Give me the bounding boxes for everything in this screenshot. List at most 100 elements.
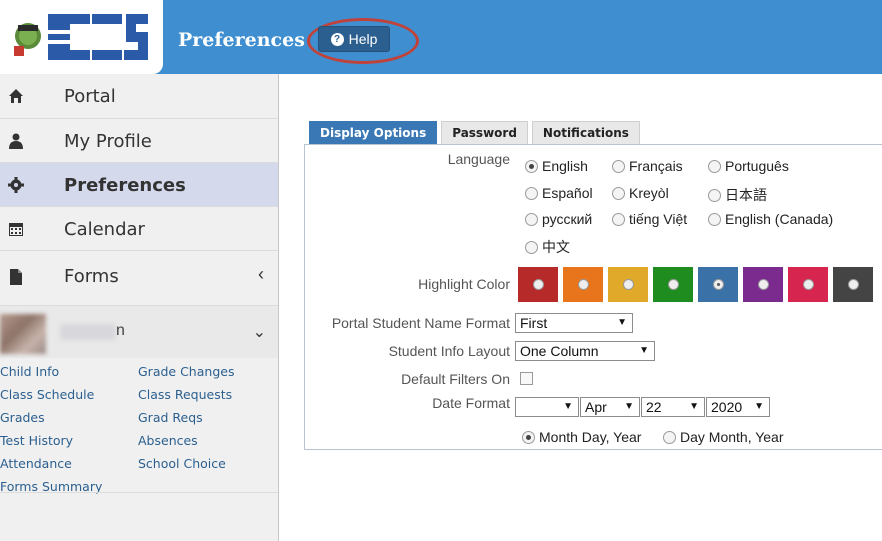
sidebar-item-preferences[interactable]: Preferences: [0, 163, 278, 207]
link-school-choice[interactable]: School Choice: [138, 456, 226, 471]
radio-icon: [525, 186, 538, 200]
chevron-left-icon: ‹: [258, 264, 264, 284]
preferences-tabs: Display Options Password Notifications: [309, 121, 640, 144]
default-filters-checkbox[interactable]: [520, 372, 533, 385]
dropdown-arrow-icon: ▼: [689, 401, 699, 412]
user-icon: [9, 133, 23, 149]
highlight-swatch-green[interactable]: [653, 267, 693, 302]
sidebar-item-label: Portal: [64, 86, 116, 107]
avatar: [0, 314, 46, 354]
link-class-requests[interactable]: Class Requests: [138, 387, 232, 402]
student-name-redacted: [60, 324, 116, 340]
language-option-portugues[interactable]: Português: [708, 158, 789, 174]
sidebar-item-forms[interactable]: Forms ‹: [0, 251, 278, 306]
name-format-label: Portal Student Name Format: [331, 315, 510, 331]
sidebar-item-label: Preferences: [64, 175, 186, 196]
default-filters-label: Default Filters On: [401, 371, 510, 387]
radio-checked-icon: [712, 279, 724, 290]
language-option-francais[interactable]: Français: [612, 158, 683, 174]
link-child-info[interactable]: Child Info: [0, 364, 59, 379]
link-grade-changes[interactable]: Grade Changes: [138, 364, 234, 379]
sidebar-item-label: Forms: [64, 266, 119, 287]
radio-icon: [612, 186, 625, 200]
link-grades[interactable]: Grades: [0, 410, 45, 425]
radio-icon: [577, 279, 589, 290]
radio-icon: [667, 279, 679, 290]
student-info-layout-select[interactable]: One Column ▼: [515, 341, 655, 361]
radio-icon: [708, 188, 721, 202]
lcs-logo-icon: [14, 14, 148, 60]
radio-icon: [612, 159, 625, 173]
radio-icon: [663, 430, 676, 444]
help-button[interactable]: ? Help: [318, 26, 390, 52]
highlight-swatch-gold[interactable]: [608, 267, 648, 302]
student-name: n: [116, 322, 125, 339]
highlight-color-label: Highlight Color: [418, 276, 510, 292]
help-button-label: Help: [348, 31, 378, 47]
date-order-day-month-year[interactable]: Day Month, Year: [663, 429, 784, 445]
file-icon: [10, 269, 22, 285]
highlight-swatch-purple[interactable]: [743, 267, 783, 302]
sidebar-item-portal[interactable]: Portal: [0, 74, 278, 119]
radio-icon: [525, 212, 538, 226]
language-option-japanese[interactable]: 日本語: [708, 185, 767, 205]
link-test-history[interactable]: Test History: [0, 433, 73, 448]
highlight-swatch-orange[interactable]: [563, 267, 603, 302]
student-selector[interactable]: n ⌄: [0, 306, 278, 358]
date-order-month-day-year[interactable]: Month Day, Year: [522, 429, 641, 445]
language-option-kreyol[interactable]: Kreyòl: [612, 185, 669, 201]
dropdown-arrow-icon: ▼: [617, 317, 627, 328]
date-year-select[interactable]: 2020 ▼: [706, 397, 770, 417]
calendar-icon: [9, 223, 23, 236]
radio-icon: [622, 279, 634, 290]
highlight-swatch-blue[interactable]: [698, 267, 738, 302]
tab-password[interactable]: Password: [441, 121, 528, 144]
link-class-schedule[interactable]: Class Schedule: [0, 387, 94, 402]
language-option-english-canada[interactable]: English (Canada): [708, 211, 833, 227]
date-format-label: Date Format: [432, 395, 510, 411]
sidebar-footer: [0, 492, 278, 541]
language-option-english[interactable]: English: [525, 158, 588, 174]
dropdown-arrow-icon: ▼: [639, 345, 649, 356]
sidebar-item-calendar[interactable]: Calendar: [0, 207, 278, 251]
student-info-layout-label: Student Info Layout: [388, 343, 510, 359]
name-format-select[interactable]: First ▼: [515, 313, 633, 333]
language-option-chinese[interactable]: 中文: [525, 237, 570, 257]
home-icon: [9, 89, 23, 103]
highlight-swatch-dark[interactable]: [833, 267, 873, 302]
radio-icon: [532, 279, 544, 290]
link-absences[interactable]: Absences: [138, 433, 198, 448]
language-option-russian[interactable]: русский: [525, 211, 592, 227]
language-option-espanol[interactable]: Español: [525, 185, 593, 201]
link-attendance[interactable]: Attendance: [0, 456, 72, 471]
sidebar: Portal My Profile Preferences Calendar F…: [0, 74, 279, 541]
page-title: Preferences: [178, 29, 305, 51]
dropdown-arrow-icon: ▼: [754, 401, 764, 412]
tab-display-options[interactable]: Display Options: [309, 121, 438, 144]
language-option-vietnamese[interactable]: tiếng Việt: [612, 211, 687, 227]
date-day-select[interactable]: 22 ▼: [641, 397, 705, 417]
gear-icon: [8, 177, 24, 193]
dropdown-arrow-icon: ▼: [624, 401, 634, 412]
radio-icon: [757, 279, 769, 290]
radio-icon: [802, 279, 814, 290]
radio-icon: [847, 279, 859, 290]
dropdown-arrow-icon: ▼: [563, 401, 573, 412]
link-grad-reqs[interactable]: Grad Reqs: [138, 410, 203, 425]
logo[interactable]: [0, 0, 163, 74]
tab-notifications[interactable]: Notifications: [531, 121, 640, 144]
date-format-part-select[interactable]: ▼: [515, 397, 579, 417]
sidebar-item-my-profile[interactable]: My Profile: [0, 119, 278, 163]
highlight-swatch-red[interactable]: [518, 267, 558, 302]
language-label: Language: [447, 151, 510, 167]
radio-icon: [708, 212, 721, 226]
radio-icon: [612, 212, 625, 226]
radio-checked-icon: [522, 430, 535, 444]
question-circle-icon: ?: [330, 32, 344, 46]
date-month-select[interactable]: Apr ▼: [580, 397, 640, 417]
radio-checked-icon: [525, 159, 538, 173]
chevron-down-icon: ⌄: [252, 324, 266, 341]
sidebar-item-label: Calendar: [64, 219, 145, 240]
top-header: Preferences ? Help: [0, 0, 882, 74]
highlight-swatch-pink[interactable]: [788, 267, 828, 302]
